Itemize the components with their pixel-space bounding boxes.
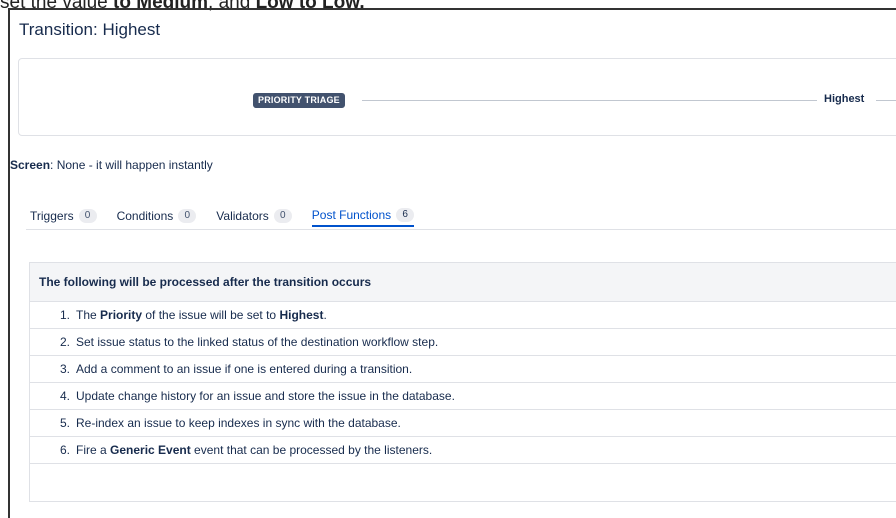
list-item: 3. Add a comment to an issue if one is e… xyxy=(30,356,896,383)
list-item: 1. The Priority of the issue will be set… xyxy=(30,302,896,329)
tab-count-badge: 6 xyxy=(396,208,415,222)
transition-tabs: Triggers 0 Conditions 0 Validators 0 Pos… xyxy=(30,205,434,229)
list-item: 2. Set issue status to the linked status… xyxy=(30,329,896,356)
transition-target-label[interactable]: Highest xyxy=(824,93,864,105)
post-functions-panel: The following will be processed after th… xyxy=(29,262,896,502)
status-lozenge-priority-triage[interactable]: PRIORITY TRIAGE xyxy=(253,93,345,108)
page-title: Transition: Highest xyxy=(19,20,161,39)
tab-validators[interactable]: Validators 0 xyxy=(216,205,292,227)
tab-count-badge: 0 xyxy=(273,209,292,223)
transition-connector xyxy=(362,100,817,101)
tab-label: Triggers xyxy=(30,209,74,223)
tab-label: Validators xyxy=(216,209,269,223)
list-item: 5. Re-index an issue to keep indexes in … xyxy=(30,410,896,437)
screen-label: Screen xyxy=(10,158,51,172)
screen-value: : None - it will happen instantly xyxy=(50,158,213,172)
tab-count-badge: 0 xyxy=(178,209,197,223)
list-item: 6. Fire a Generic Event event that can b… xyxy=(30,437,896,464)
tab-count-badge: 0 xyxy=(78,209,97,223)
tabs-divider xyxy=(26,229,896,230)
tab-conditions[interactable]: Conditions 0 xyxy=(117,205,197,227)
tab-post-functions[interactable]: Post Functions 6 xyxy=(311,205,415,227)
list-item: 4. Update change history for an issue an… xyxy=(30,383,896,410)
panel-header: The following will be processed after th… xyxy=(30,263,896,302)
tab-label: Conditions xyxy=(116,209,174,223)
screen-info: Screen: None - it will happen instantly xyxy=(10,158,213,172)
tab-label: Post Functions xyxy=(311,208,392,222)
workflow-diagram xyxy=(18,58,896,136)
tab-triggers[interactable]: Triggers 0 xyxy=(30,205,97,227)
transition-connector-end xyxy=(876,100,896,101)
